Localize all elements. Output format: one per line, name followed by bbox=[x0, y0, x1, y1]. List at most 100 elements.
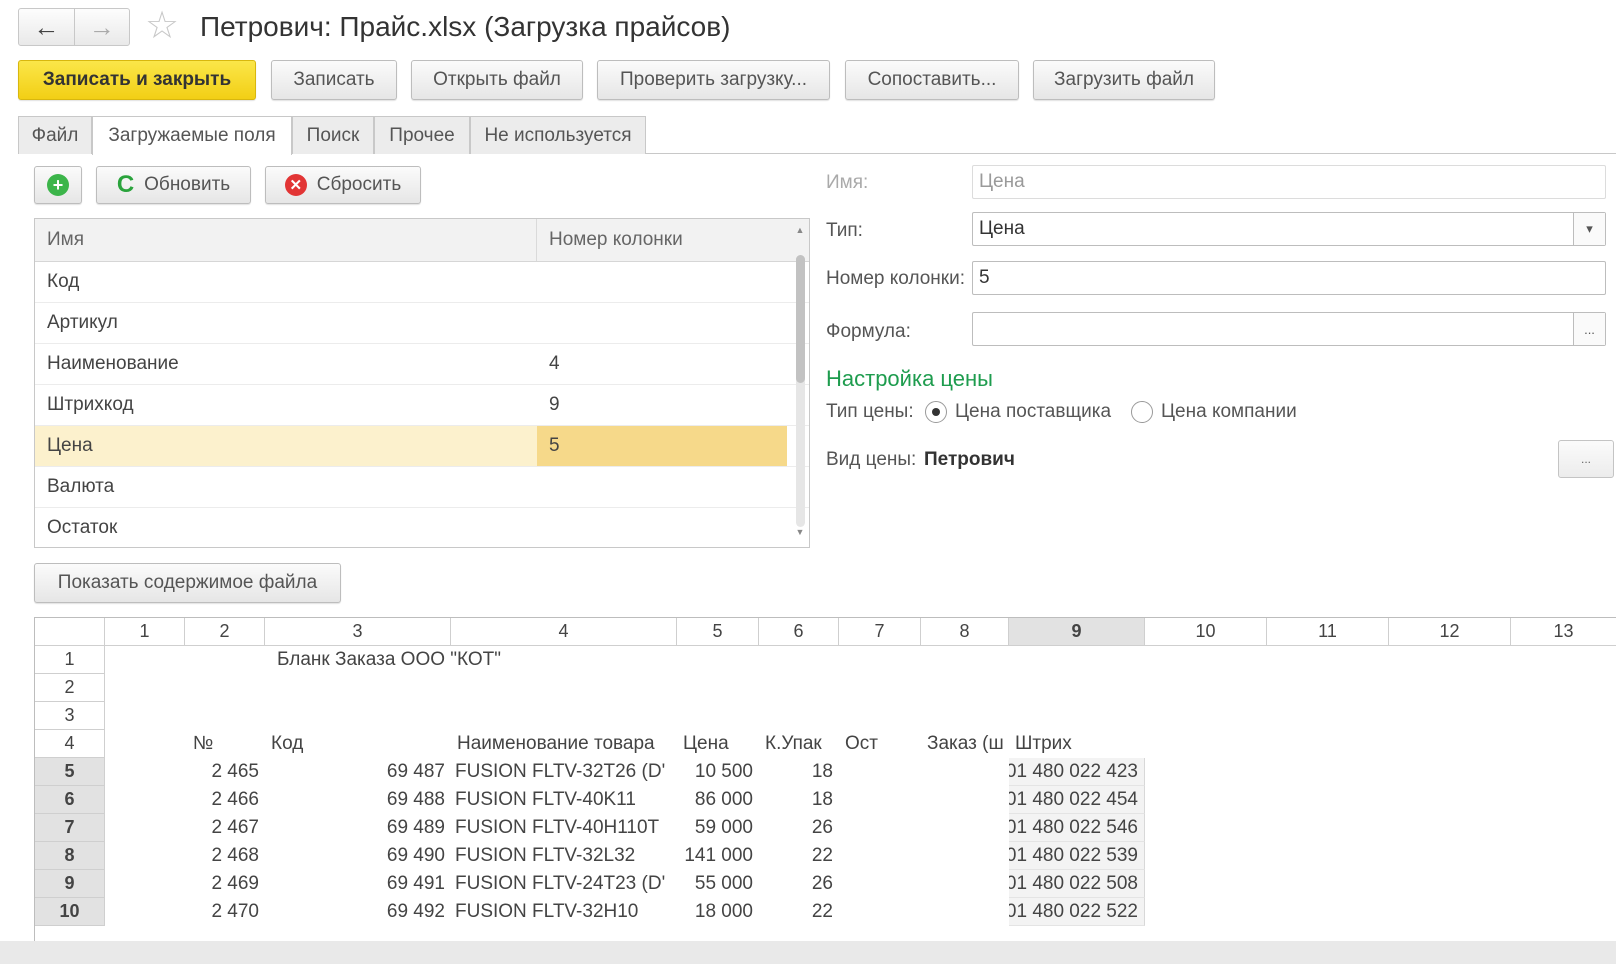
back-icon[interactable]: ← bbox=[19, 9, 74, 45]
sheet-cell-barcode[interactable]: 8 001 480 022 539 bbox=[1009, 842, 1145, 870]
sheet-cell[interactable]: 59 000 bbox=[677, 814, 759, 842]
column-number-field[interactable]: 5 bbox=[972, 261, 1606, 295]
match-button[interactable]: Сопоставить... bbox=[845, 60, 1019, 100]
sheet-cell[interactable]: FUSION FLTV-32T26 (D' bbox=[451, 758, 677, 786]
radio-company-price[interactable]: Цена компании bbox=[1131, 401, 1297, 423]
open-file-button[interactable]: Открыть файл bbox=[411, 60, 583, 100]
sheet-cell[interactable]: FUSION FLTV-32H10 bbox=[451, 898, 677, 926]
row-header[interactable]: 8 bbox=[35, 842, 105, 870]
sheet-cell[interactable]: 2 470 bbox=[185, 898, 265, 926]
sheet-header-cell[interactable]: Цена bbox=[679, 730, 759, 758]
sheet-cell[interactable]: FUSION FLTV-40H110T bbox=[451, 814, 677, 842]
price-kind-select-button[interactable]: ... bbox=[1558, 440, 1614, 478]
sheet-cell[interactable]: 2 469 bbox=[185, 870, 265, 898]
col-header[interactable]: 6 bbox=[759, 618, 839, 646]
sheet-cell[interactable]: 22 bbox=[759, 842, 839, 870]
save-and-close-button[interactable]: Записать и закрыть bbox=[18, 60, 256, 100]
sheet-cell[interactable]: 2 467 bbox=[185, 814, 265, 842]
formula-field[interactable]: ... bbox=[972, 312, 1606, 346]
sheet-cell[interactable]: 26 bbox=[759, 870, 839, 898]
row-header[interactable]: 9 bbox=[35, 870, 105, 898]
sheet-cell[interactable]: 86 000 bbox=[677, 786, 759, 814]
tab-unused[interactable]: Не используется bbox=[470, 116, 646, 154]
sheet-cell[interactable]: 2 468 bbox=[185, 842, 265, 870]
col-header[interactable]: 13 bbox=[1511, 618, 1616, 646]
scroll-thumb[interactable] bbox=[796, 255, 805, 383]
check-load-button[interactable]: Проверить загрузку... bbox=[597, 60, 830, 100]
sheet-cell[interactable]: 69 487 bbox=[265, 758, 451, 786]
sheet-cell-barcode[interactable]: 8 001 480 022 454 bbox=[1009, 786, 1145, 814]
chevron-down-icon[interactable]: ▾ bbox=[1573, 213, 1605, 245]
sheet-cell[interactable]: 69 488 bbox=[265, 786, 451, 814]
tab-file[interactable]: Файл bbox=[18, 116, 92, 154]
sheet-header-cell[interactable]: Штрих bbox=[1011, 730, 1145, 758]
sheet-title-cell[interactable]: Бланк Заказа ООО "КОТ" bbox=[273, 646, 673, 674]
sheet-cell[interactable]: 18 bbox=[759, 786, 839, 814]
tab-other[interactable]: Прочее bbox=[374, 116, 470, 154]
sheet-cell[interactable]: 2 465 bbox=[185, 758, 265, 786]
sheet-cell-barcode[interactable]: 8 001 480 022 508 bbox=[1009, 870, 1145, 898]
sheet-cell-barcode[interactable]: 8 001 480 022 423 bbox=[1009, 758, 1145, 786]
sheet-cell[interactable]: 22 bbox=[759, 898, 839, 926]
radio-unchecked-icon[interactable] bbox=[1131, 401, 1153, 423]
sheet-header-cell[interactable]: Заказ (ш bbox=[923, 730, 1009, 758]
forward-icon[interactable]: → bbox=[73, 9, 130, 45]
col-header[interactable]: 4 bbox=[451, 618, 677, 646]
refresh-button[interactable]: C Обновить bbox=[96, 166, 251, 204]
row-header[interactable]: 5 bbox=[35, 758, 105, 786]
table-scrollbar[interactable]: ▲ ▼ bbox=[793, 225, 807, 541]
col-header[interactable]: 12 bbox=[1389, 618, 1511, 646]
table-row[interactable]: Остаток bbox=[35, 508, 809, 547]
row-header[interactable]: 10 bbox=[35, 898, 105, 926]
table-row[interactable]: Валюта bbox=[35, 467, 809, 508]
sheet-cell[interactable]: 26 bbox=[759, 814, 839, 842]
sheet-header-cell[interactable]: Код bbox=[267, 730, 447, 758]
spreadsheet[interactable]: 1 2 3 4 5 6 7 8 9 10 11 12 13 1 2 3 4 5 … bbox=[34, 617, 1616, 941]
table-row[interactable]: Наименование 4 bbox=[35, 344, 809, 385]
sheet-cell-barcode[interactable]: 8 001 480 022 546 bbox=[1009, 814, 1145, 842]
header-name[interactable]: Имя bbox=[35, 219, 537, 261]
sheet-header-cell[interactable]: К.Упак bbox=[761, 730, 841, 758]
load-file-button[interactable]: Загрузить файл bbox=[1033, 60, 1215, 100]
col-header[interactable]: 3 bbox=[265, 618, 451, 646]
row-header[interactable]: 6 bbox=[35, 786, 105, 814]
row-header[interactable]: 7 bbox=[35, 814, 105, 842]
row-header[interactable]: 2 bbox=[35, 674, 105, 702]
sheet-cell[interactable]: 141 000 bbox=[677, 842, 759, 870]
sheet-cell[interactable]: 10 500 bbox=[677, 758, 759, 786]
tab-search[interactable]: Поиск bbox=[292, 116, 374, 154]
sheet-header-cell[interactable]: Ост bbox=[841, 730, 921, 758]
table-row-selected[interactable]: Цена 5 bbox=[35, 426, 809, 467]
col-header-selected[interactable]: 9 bbox=[1009, 618, 1145, 646]
sheet-cell[interactable]: 18 000 bbox=[677, 898, 759, 926]
reset-button[interactable]: ✕ Сбросить bbox=[265, 166, 421, 204]
type-select[interactable]: Цена ▾ bbox=[972, 212, 1606, 246]
sheet-corner[interactable] bbox=[35, 618, 105, 646]
sheet-cell[interactable]: 69 492 bbox=[265, 898, 451, 926]
sheet-cell[interactable]: FUSION FLTV-32L32 bbox=[451, 842, 677, 870]
star-icon[interactable]: ☆ bbox=[145, 6, 179, 46]
scroll-up-icon[interactable]: ▲ bbox=[793, 225, 807, 239]
header-column-number[interactable]: Номер колонки bbox=[537, 219, 787, 261]
show-file-content-button[interactable]: Показать содержимое файла bbox=[34, 563, 341, 603]
table-row[interactable]: Штрихкод 9 bbox=[35, 385, 809, 426]
sheet-cell[interactable]: 2 466 bbox=[185, 786, 265, 814]
col-header[interactable]: 2 bbox=[185, 618, 265, 646]
radio-checked-icon[interactable] bbox=[925, 401, 947, 423]
col-header[interactable]: 7 bbox=[839, 618, 921, 646]
table-row[interactable]: Код bbox=[35, 262, 809, 303]
col-header[interactable]: 11 bbox=[1267, 618, 1389, 646]
formula-select-button[interactable]: ... bbox=[1573, 313, 1605, 345]
row-header[interactable]: 3 bbox=[35, 702, 105, 730]
add-button[interactable]: + bbox=[34, 166, 82, 204]
sheet-cell[interactable]: 69 489 bbox=[265, 814, 451, 842]
sheet-cell[interactable]: 69 491 bbox=[265, 870, 451, 898]
sheet-header-cell[interactable]: Наименование товара bbox=[453, 730, 677, 758]
col-header[interactable]: 8 bbox=[921, 618, 1009, 646]
sheet-cell[interactable]: FUSION FLTV-24T23 (D' bbox=[451, 870, 677, 898]
scroll-down-icon[interactable]: ▼ bbox=[793, 527, 807, 541]
row-header[interactable]: 4 bbox=[35, 730, 105, 758]
row-col[interactable]: 5 bbox=[537, 426, 787, 466]
sheet-cell-barcode[interactable]: 8 001 480 022 522 bbox=[1009, 898, 1145, 926]
sheet-cell[interactable]: 69 490 bbox=[265, 842, 451, 870]
